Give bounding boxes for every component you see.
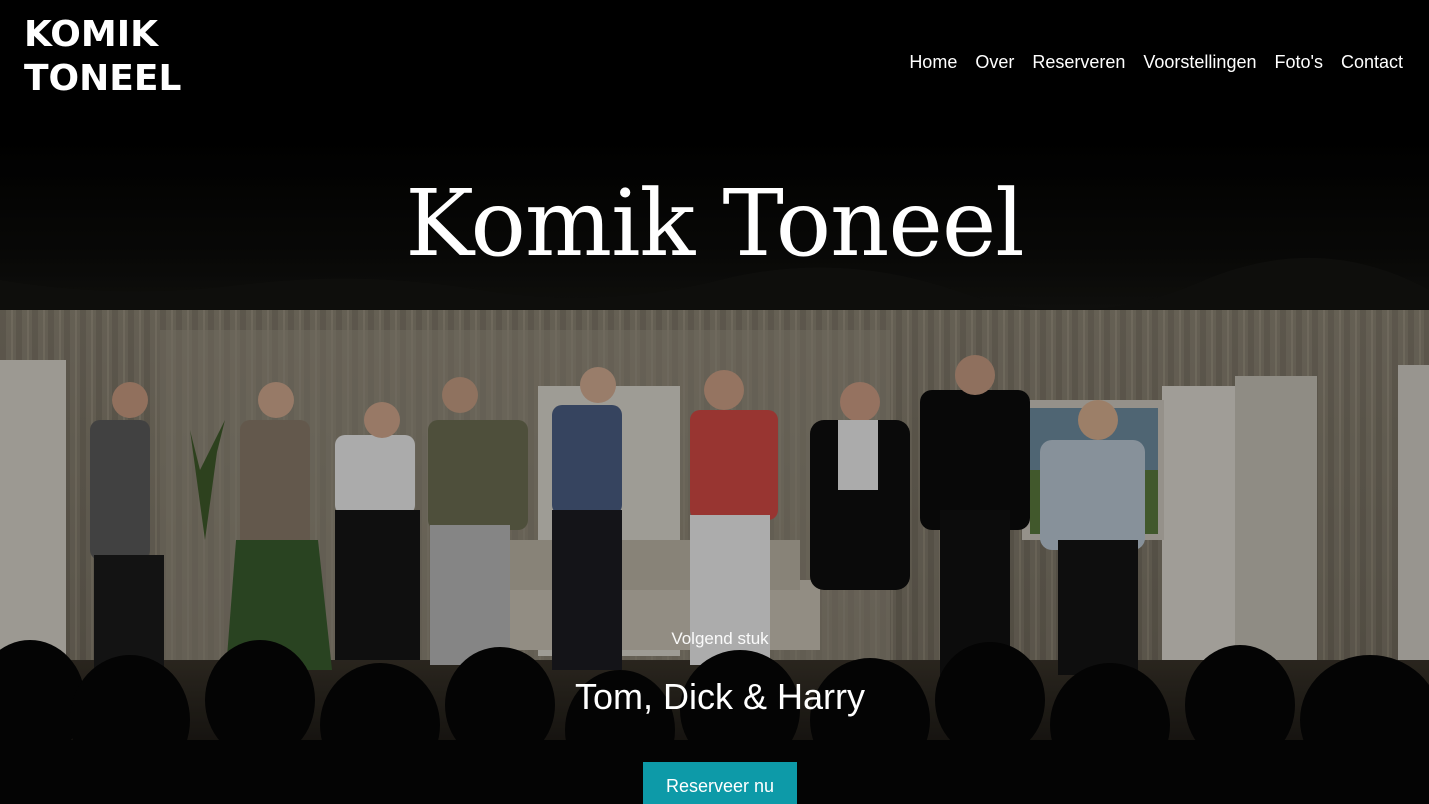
site-logo[interactable]: KOMIK TONEEL (22, 12, 184, 99)
svg-text:TONEEL: TONEEL (24, 58, 181, 96)
nav-reserveren[interactable]: Reserveren (1032, 52, 1125, 73)
nav-contact[interactable]: Contact (1341, 52, 1403, 73)
main-nav: Home Over Reserveren Voorstellingen Foto… (909, 52, 1403, 73)
nav-home[interactable]: Home (909, 52, 957, 73)
nav-fotos[interactable]: Foto's (1274, 52, 1322, 73)
next-show-title: Tom, Dick & Harry (574, 676, 866, 717)
next-show-label: Volgend stuk (671, 629, 769, 648)
svg-text:KOMIK: KOMIK (24, 14, 159, 55)
hero-section: KOMIK TONEEL Home Over Reserveren Voorst… (0, 0, 1429, 804)
nav-voorstellingen[interactable]: Voorstellingen (1143, 52, 1256, 73)
logo-mark: KOMIK TONEEL (24, 14, 181, 99)
reserve-button[interactable]: Reserveer nu (643, 762, 797, 804)
hero-title: Komik Toneel (405, 170, 1024, 277)
nav-over[interactable]: Over (975, 52, 1014, 73)
